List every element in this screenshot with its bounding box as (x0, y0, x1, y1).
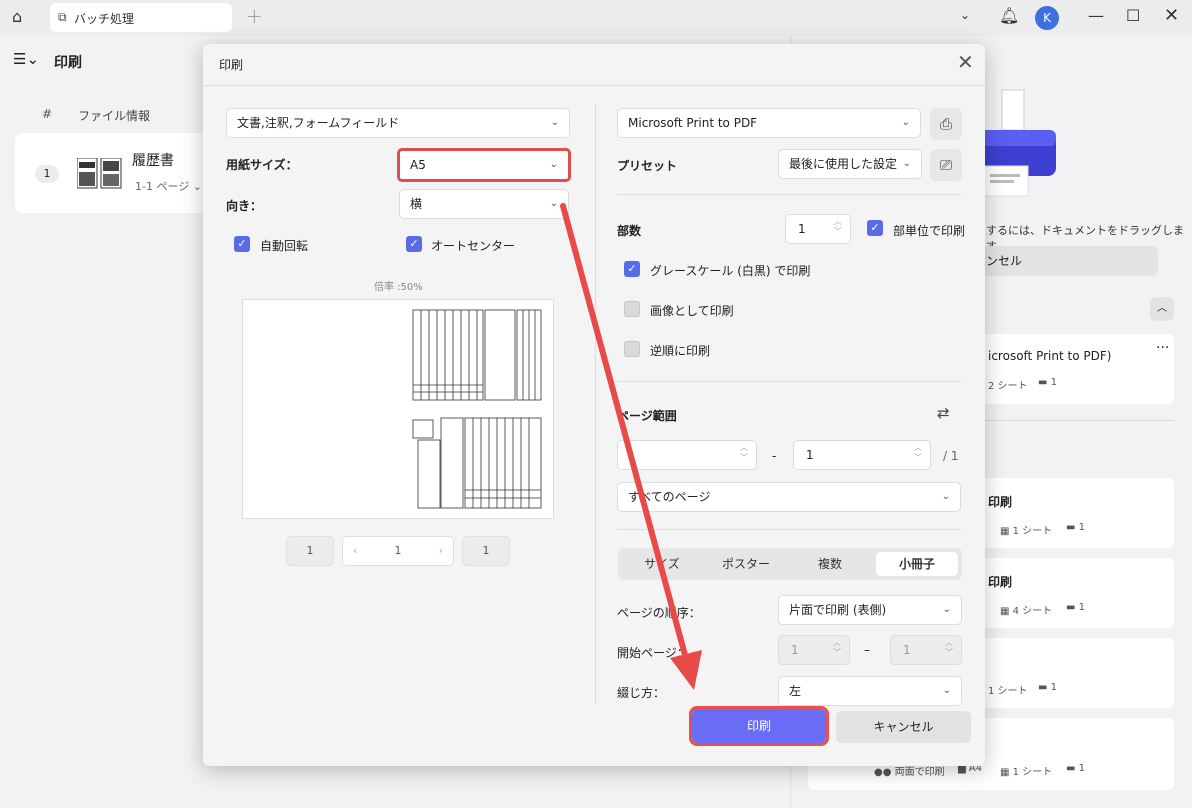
annotation-arrow (560, 203, 702, 690)
annotation-arrow-shaft (560, 203, 691, 669)
annotation-arrow-head (670, 650, 702, 690)
